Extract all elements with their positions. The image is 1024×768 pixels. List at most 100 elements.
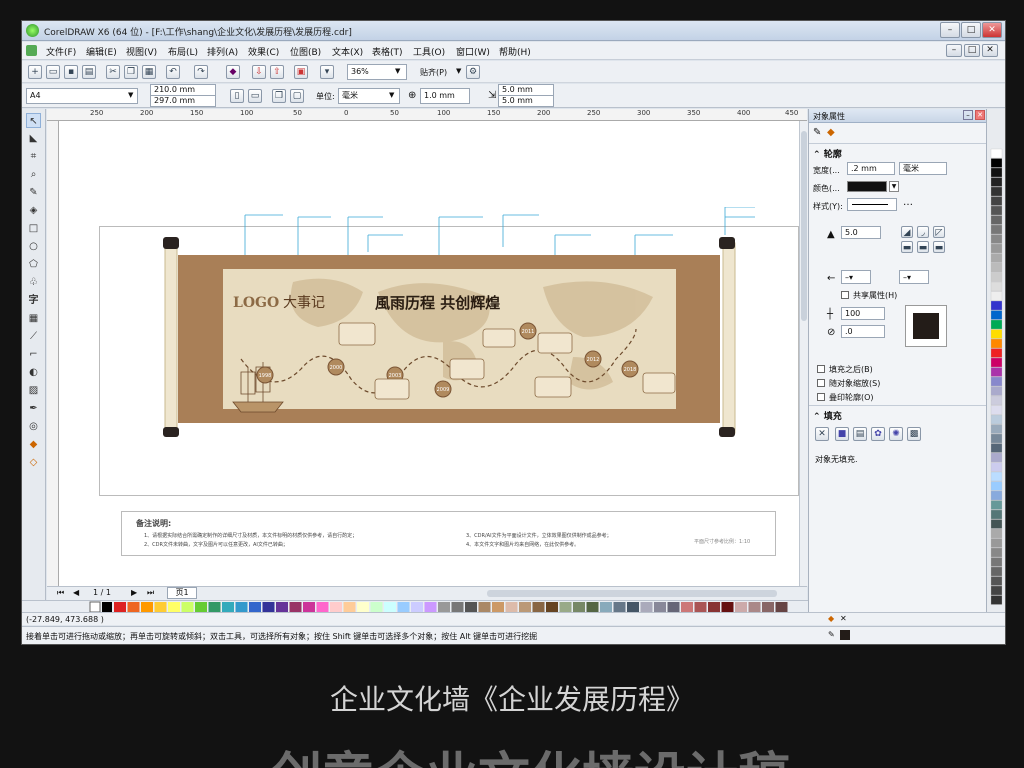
maximize-button[interactable]: □ [961, 22, 981, 38]
save-icon[interactable]: ▪ [64, 65, 78, 79]
duplicate-y-field[interactable]: 5.0 mm [498, 95, 554, 107]
nudge-distance-field[interactable]: 1.0 mm [420, 88, 470, 104]
start-arrow-select[interactable]: –▾ [841, 270, 871, 284]
end-arrow-select[interactable]: –▾ [899, 270, 929, 284]
import-icon[interactable]: ⇩ [252, 65, 266, 79]
print-icon[interactable]: ▤ [82, 65, 96, 79]
docker-close-icon[interactable]: ✕ [975, 110, 985, 120]
blend-tool-icon[interactable]: ◐ [26, 365, 41, 380]
last-page-icon[interactable]: ⏭ [147, 588, 154, 598]
scale-with-object-checkbox[interactable] [817, 379, 825, 387]
snap-dropdown-arrow-icon[interactable]: ▼ [456, 67, 461, 75]
copy-icon[interactable]: ❐ [124, 65, 138, 79]
texture-fill-icon[interactable]: ✺ [889, 427, 903, 441]
fill-tab-icon[interactable]: ◆ [827, 127, 835, 138]
pick-tool-icon[interactable]: ↖ [26, 113, 41, 128]
horizontal-ruler[interactable]: 250 200 150 100 50 0 50 100 150 200 250 … [47, 109, 807, 121]
no-fill-icon[interactable]: ✕ [815, 427, 829, 441]
paste-icon[interactable]: ▦ [142, 65, 156, 79]
doc-restore-button[interactable]: □ [964, 44, 980, 57]
landscape-icon[interactable]: ▭ [248, 89, 262, 103]
page-size-dropdown-arrow-icon[interactable]: ▼ [128, 91, 133, 99]
page-height-field[interactable]: 297.0 mm [150, 95, 216, 107]
export-icon[interactable]: ⇧ [270, 65, 284, 79]
portrait-icon[interactable]: ▯ [230, 89, 244, 103]
polygon-tool-icon[interactable]: ⬠ [26, 257, 41, 272]
transparency-tool-icon[interactable]: ▨ [26, 383, 41, 398]
doc-close-button[interactable]: ✕ [982, 44, 998, 57]
corner-bevel-icon[interactable]: ◸ [933, 226, 945, 238]
horizontal-scroll-thumb[interactable] [487, 590, 777, 597]
first-page-icon[interactable]: ⏮ [57, 588, 64, 598]
cap-square-icon[interactable]: ▬ [933, 241, 945, 253]
zoom-tool-icon[interactable]: ⌕ [26, 167, 41, 182]
drawing-canvas[interactable]: 1998 2000 2003 2009 2011 2012 2018 LOGO … [59, 121, 799, 586]
undo-icon[interactable]: ↶ [166, 65, 180, 79]
unit-dropdown-arrow-icon[interactable]: ▼ [389, 91, 394, 99]
outline-style-select[interactable] [847, 198, 897, 211]
text-tool-icon[interactable]: 字 [26, 293, 41, 308]
open-icon[interactable]: ▭ [46, 65, 60, 79]
ellipse-tool-icon[interactable]: ○ [26, 239, 41, 254]
outline-width-select[interactable]: .2 mm [847, 162, 895, 175]
table-tool-icon[interactable]: ▦ [26, 311, 41, 326]
fill-tool-icon[interactable]: ◆ [26, 437, 41, 452]
next-page-icon[interactable]: ▶ [131, 588, 137, 597]
cap-butt-icon[interactable]: ▬ [901, 241, 913, 253]
connector-tool-icon[interactable]: ⌐ [26, 347, 41, 362]
zoom-dropdown-arrow-icon[interactable]: ▼ [395, 67, 400, 75]
menu-view[interactable]: 视图(V) [126, 45, 157, 58]
smart-fill-tool-icon[interactable]: ◈ [26, 203, 41, 218]
outline-section-header[interactable]: ⌃ 轮廓 [813, 147, 981, 161]
outline-unit-select[interactable]: 毫米 [899, 162, 947, 175]
outline-color-dropdown-icon[interactable]: ▼ [889, 181, 899, 192]
corner-round-icon[interactable]: ◞ [917, 226, 929, 238]
menu-bitmaps[interactable]: 位图(B) [290, 45, 321, 58]
cap-round-icon[interactable]: ▬ [917, 241, 929, 253]
nib-shape-preview[interactable] [905, 305, 947, 347]
menu-arrange[interactable]: 排列(A) [207, 45, 238, 58]
docker-minimize-icon[interactable]: – [963, 110, 973, 120]
vertical-palette-swatches[interactable] [987, 109, 1006, 612]
close-button[interactable]: ✕ [982, 22, 1002, 38]
postscript-fill-icon[interactable]: ▩ [907, 427, 921, 441]
menu-text[interactable]: 文本(X) [332, 45, 363, 58]
search-content-icon[interactable]: ◆ [226, 65, 240, 79]
minimize-button[interactable]: – [940, 22, 960, 38]
menu-layout[interactable]: 布局(L) [168, 45, 198, 58]
prev-page-icon[interactable]: ◀ [73, 588, 79, 597]
redo-icon[interactable]: ↷ [194, 65, 208, 79]
behind-fill-checkbox[interactable] [817, 365, 825, 373]
menu-effects[interactable]: 效果(C) [248, 45, 279, 58]
corner-miter-icon[interactable]: ◢ [901, 226, 913, 238]
menu-file[interactable]: 文件(F) [46, 45, 76, 58]
current-page-icon[interactable]: ▢ [290, 89, 304, 103]
snap-to-menu[interactable]: 贴齐(P) [420, 67, 447, 78]
right-color-palette[interactable] [986, 109, 1005, 612]
publish-pdf-icon[interactable]: ▣ [294, 65, 308, 79]
menu-tools[interactable]: 工具(O) [413, 45, 445, 58]
new-document-icon[interactable]: + [28, 65, 42, 79]
crop-tool-icon[interactable]: ⌗ [26, 149, 41, 164]
menu-window[interactable]: 窗口(W) [456, 45, 490, 58]
vertical-scrollbar[interactable] [799, 121, 808, 586]
angle-field[interactable]: .0 [841, 325, 885, 338]
basic-shapes-tool-icon[interactable]: ♧ [26, 275, 41, 290]
freehand-tool-icon[interactable]: ✎ [26, 185, 41, 200]
vertical-scroll-thumb[interactable] [801, 131, 807, 321]
overprint-outline-checkbox[interactable] [817, 393, 825, 401]
menu-edit[interactable]: 编辑(E) [86, 45, 117, 58]
menu-help[interactable]: 帮助(H) [499, 45, 531, 58]
options-icon[interactable]: ⚙ [466, 65, 480, 79]
menu-table[interactable]: 表格(T) [372, 45, 403, 58]
pattern-fill-icon[interactable]: ✿ [871, 427, 885, 441]
app-launcher-icon[interactable]: ▾ [320, 65, 334, 79]
eyedropper-tool-icon[interactable]: ✒ [26, 401, 41, 416]
outline-tab-icon[interactable]: ✎ [813, 127, 821, 138]
shape-tool-icon[interactable]: ◣ [26, 131, 41, 146]
scroll-artwork[interactable]: 1998 2000 2003 2009 2011 2012 2018 LOGO … [143, 207, 755, 447]
bottom-color-palette[interactable] [22, 600, 808, 613]
outline-tool-icon[interactable]: ◎ [26, 419, 41, 434]
rectangle-tool-icon[interactable]: □ [26, 221, 41, 236]
miter-limit-field[interactable]: 5.0 [841, 226, 881, 239]
